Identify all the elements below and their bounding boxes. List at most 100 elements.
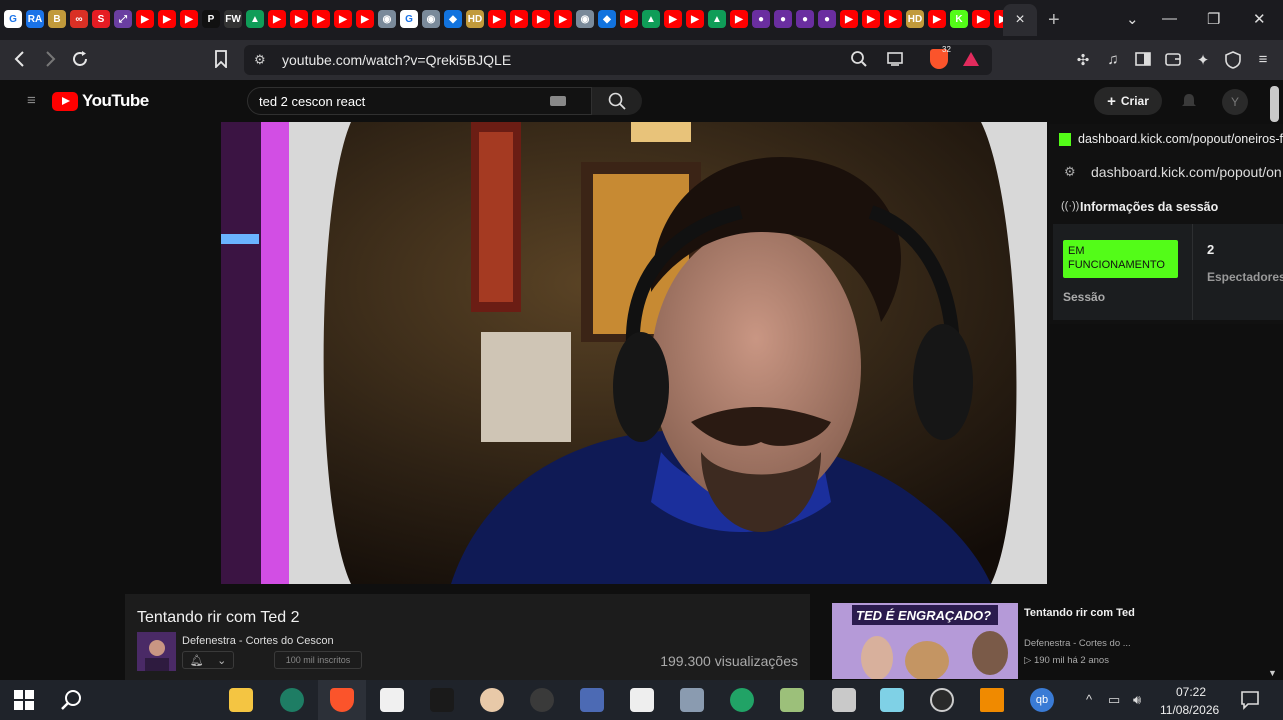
subscription-bell-button[interactable]: 🔔︎ ⌄ (182, 651, 234, 669)
scroll-down-arrow-icon[interactable]: ▼ (1268, 668, 1277, 678)
tab-favicon-icon[interactable]: ▲ (708, 10, 726, 28)
clock-time[interactable]: 07:22 (1176, 685, 1206, 699)
youtube-logo[interactable]: YouTube (52, 91, 149, 111)
obs-icon[interactable] (930, 688, 954, 712)
site-settings-icon[interactable]: ⚙ (1064, 164, 1076, 180)
tab-favicon-icon[interactable]: ▶ (554, 10, 572, 28)
site-info-icon[interactable]: ⚙ (254, 52, 266, 68)
tab-favicon-icon[interactable]: ⤢ (114, 10, 132, 28)
tab-favicon-icon[interactable]: G (400, 10, 418, 28)
back-button[interactable] (12, 50, 28, 73)
qbittorrent-icon[interactable]: qb (1030, 688, 1054, 712)
search-button[interactable] (592, 87, 642, 115)
tab-favicon-icon[interactable]: ● (774, 10, 792, 28)
sidebar-icon[interactable] (1134, 51, 1152, 69)
search-input[interactable] (259, 94, 539, 109)
tab-favicon-icon[interactable]: ▶ (884, 10, 902, 28)
zoom-icon[interactable] (850, 50, 868, 73)
tab-favicon-icon[interactable]: RA (26, 10, 44, 28)
vpn-shield-icon[interactable] (1224, 51, 1242, 69)
tab-favicon-icon[interactable]: ▲ (246, 10, 264, 28)
tab-favicon-icon[interactable]: ▶ (180, 10, 198, 28)
tab-favicon-icon[interactable]: FW (224, 10, 242, 28)
leo-ai-icon[interactable]: ✦ (1194, 51, 1212, 69)
new-tab-button[interactable]: + (1048, 9, 1060, 32)
close-window-button[interactable]: ✕ (1253, 10, 1266, 28)
microsoft-store-icon[interactable] (380, 688, 404, 712)
tab-favicon-icon[interactable]: ● (796, 10, 814, 28)
tab-favicon-icon[interactable]: ▶ (356, 10, 374, 28)
tab-favicon-icon[interactable]: ▶ (840, 10, 858, 28)
tab-favicon-icon[interactable]: ▶ (334, 10, 352, 28)
tab-favicon-icon[interactable]: ● (752, 10, 770, 28)
brave-browser-icon[interactable] (330, 688, 354, 712)
tab-favicon-icon[interactable]: ▶ (862, 10, 880, 28)
close-tab-icon[interactable]: × (1003, 4, 1037, 36)
search-icon[interactable] (60, 688, 84, 717)
cast-icon[interactable] (886, 51, 904, 72)
tab-favicon-icon[interactable]: ▶ (488, 10, 506, 28)
bookmark-icon[interactable] (214, 50, 228, 73)
forward-button[interactable] (42, 50, 58, 73)
hamburger-menu-icon[interactable]: ≡ (27, 92, 36, 109)
notification-center-icon[interactable] (1240, 690, 1260, 715)
reload-button[interactable] (71, 50, 89, 73)
search-box[interactable] (247, 87, 592, 115)
tab-favicon-icon[interactable]: ◆ (444, 10, 462, 28)
brave-rewards-icon[interactable] (962, 51, 980, 72)
tab-favicon-icon[interactable]: G (4, 10, 22, 28)
tab-favicon-icon[interactable]: ▶ (290, 10, 308, 28)
tray-chevron-icon[interactable]: ^ (1086, 692, 1092, 707)
notifications-bell-icon[interactable] (1180, 92, 1198, 115)
app-icon-cyan[interactable] (880, 688, 904, 712)
app-icon-chrome-green[interactable] (730, 688, 754, 712)
volume-icon[interactable]: 🔊︎ (1133, 692, 1141, 708)
tab-favicon-icon[interactable]: HD (466, 10, 484, 28)
related-video-thumbnail[interactable]: TED É ENGRAÇADO? (832, 603, 1018, 679)
network-icon[interactable]: ▭ (1108, 692, 1120, 708)
tab-favicon-icon[interactable]: K (950, 10, 968, 28)
extensions-icon[interactable]: ✣ (1074, 51, 1092, 69)
tab-favicon-icon[interactable]: ▶ (620, 10, 638, 28)
audio-app-icon[interactable] (430, 688, 454, 712)
media-controls-icon[interactable]: ♫ (1104, 51, 1122, 69)
tab-favicon-icon[interactable]: ▲ (642, 10, 660, 28)
tab-favicon-icon[interactable]: ▶ (268, 10, 286, 28)
video-player[interactable] (221, 122, 1047, 584)
create-button[interactable]: + Criar (1094, 87, 1162, 115)
tab-favicon-icon[interactable]: ▶ (730, 10, 748, 28)
vlc-icon[interactable] (980, 688, 1004, 712)
tab-favicon-icon[interactable]: S (92, 10, 110, 28)
tab-list-chevron-icon[interactable]: ⌄ (1126, 10, 1139, 28)
kick-popout-address[interactable]: dashboard.kick.com/popout/on (1091, 164, 1282, 180)
tab-favicon-icon[interactable]: ▶ (158, 10, 176, 28)
tab-favicon-icon[interactable]: ▶ (510, 10, 528, 28)
clock-date[interactable]: 11/08/2026 (1160, 703, 1219, 717)
tab-favicon-icon[interactable]: ▶ (972, 10, 990, 28)
account-avatar[interactable]: Y (1222, 89, 1248, 115)
tab-favicon-icon[interactable]: ∞ (70, 10, 88, 28)
restore-button[interactable]: ❐ (1207, 10, 1220, 28)
minimize-button[interactable]: — (1162, 10, 1177, 27)
tab-favicon-icon[interactable]: ▶ (664, 10, 682, 28)
tab-favicon-icon[interactable]: ◉ (378, 10, 396, 28)
windows-start-icon[interactable] (14, 690, 34, 715)
app-icon-face[interactable] (480, 688, 504, 712)
tab-favicon-icon[interactable]: ◉ (422, 10, 440, 28)
tab-favicon-icon[interactable]: ▶ (136, 10, 154, 28)
app-icon-folder-green[interactable] (780, 688, 804, 712)
tab-favicon-icon[interactable]: ▶ (532, 10, 550, 28)
page-scrollbar-thumb[interactable] (1270, 86, 1279, 122)
app-icon-green[interactable] (280, 688, 304, 712)
app-icon-blue[interactable] (580, 688, 604, 712)
tab-favicon-icon[interactable]: ● (818, 10, 836, 28)
app-icon-printer[interactable] (832, 688, 856, 712)
file-explorer-icon[interactable] (229, 688, 253, 712)
channel-avatar[interactable] (137, 632, 176, 671)
tab-favicon-icon[interactable]: ▶ (928, 10, 946, 28)
tab-favicon-icon[interactable]: HD (906, 10, 924, 28)
app-icon-fox[interactable] (630, 688, 654, 712)
game-controller-icon[interactable] (680, 688, 704, 712)
keyboard-icon[interactable] (550, 96, 566, 106)
tab-favicon-icon[interactable]: ◉ (576, 10, 594, 28)
